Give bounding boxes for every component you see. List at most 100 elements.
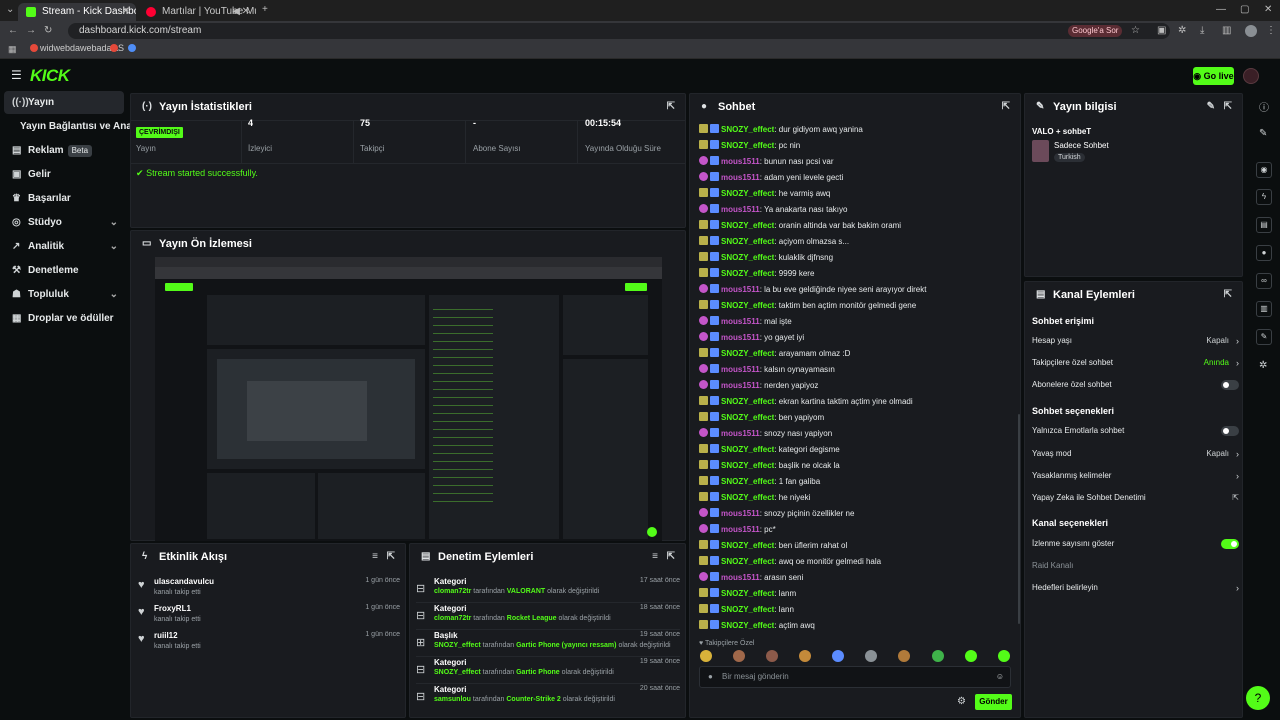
close-icon[interactable]: ✕ (242, 3, 250, 21)
new-tab-icon[interactable]: + (262, 0, 268, 20)
sidebar-item-stream-key[interactable]: Yayın Bağlantısı ve Anahtarı (4, 115, 154, 138)
popout-icon[interactable]: ⇱ (1224, 94, 1232, 120)
bookmark-item[interactable]: widwebdawebada... (40, 43, 119, 53)
chat-username[interactable]: mous1511 (721, 381, 760, 390)
close-icon[interactable]: ✕ (122, 3, 130, 21)
extension-icon[interactable]: ▣ (1157, 21, 1166, 41)
chat-username[interactable]: SNOZY_effect (721, 269, 774, 278)
chat-username[interactable]: SNOZY_effect (721, 301, 774, 310)
kick-logo[interactable]: KICK (30, 66, 70, 86)
chat-username[interactable]: SNOZY_effect (721, 413, 774, 422)
chat-scrollbar[interactable] (1018, 414, 1020, 624)
emote-icon[interactable] (832, 650, 844, 662)
emote-icon[interactable] (998, 650, 1010, 662)
popout-icon[interactable]: ⇱ (667, 94, 675, 120)
chat-username[interactable]: SNOZY_effect (721, 221, 774, 230)
chat-username[interactable]: SNOZY_effect (721, 493, 774, 502)
go-live-button[interactable]: ◉ Go live (1193, 67, 1234, 85)
moderator-name[interactable]: samsunlou (434, 696, 471, 703)
bookmark-item[interactable]: S (118, 43, 124, 53)
moderator-name[interactable]: SNOZY_effect (434, 642, 481, 649)
chat-username[interactable]: SNOZY_effect (721, 477, 774, 486)
sidebar-item-studyo[interactable]: ◎ Stüdyo ⌄ (4, 211, 124, 234)
chat-username[interactable]: SNOZY_effect (721, 541, 774, 550)
minimize-icon[interactable]: — (1216, 0, 1226, 20)
rail-camera-icon[interactable]: ◉ (1256, 162, 1272, 178)
chat-username[interactable]: SNOZY_effect (721, 141, 774, 150)
stream-category[interactable]: Sadece Sohbet (1054, 141, 1109, 150)
chat-username[interactable]: SNOZY_effect (721, 589, 774, 598)
popout-icon[interactable]: ⇱ (387, 544, 395, 570)
rail-server-icon[interactable]: ▥ (1256, 301, 1272, 317)
maximize-icon[interactable]: ▢ (1240, 0, 1249, 20)
show-viewers-toggle[interactable] (1221, 539, 1239, 549)
help-chat-button[interactable]: ? (1246, 686, 1270, 710)
profile-avatar[interactable] (1245, 25, 1257, 37)
info-icon[interactable]: ⓘ (1259, 99, 1269, 114)
activity-user[interactable]: FroxyRL1 (154, 604, 191, 613)
chat-username[interactable]: mous1511 (721, 173, 760, 182)
emote-only-toggle[interactable] (1221, 426, 1239, 436)
sidebar-item-yayin[interactable]: ((·)) Yayın (4, 91, 124, 114)
chat-message-input[interactable]: ● Bir mesaj gönderin ☺ (699, 666, 1011, 688)
menu-icon[interactable]: ⋮ (1266, 21, 1276, 41)
chat-username[interactable]: mous1511 (721, 333, 760, 342)
chat-username[interactable]: mous1511 (721, 365, 760, 374)
chat-username[interactable]: SNOZY_effect (721, 125, 774, 134)
edit-layout-icon[interactable]: ✎ (1259, 128, 1267, 139)
emote-icon[interactable] (898, 650, 910, 662)
chat-username[interactable]: SNOZY_effect (721, 605, 774, 614)
sidebar-item-topluluk[interactable]: ☗ Topluluk ⌄ (4, 283, 124, 306)
back-icon[interactable]: ← (8, 21, 18, 41)
chat-username[interactable]: mous1511 (721, 573, 760, 582)
raid-row[interactable]: Raid Kanalı (1032, 557, 1239, 575)
filter-icon[interactable]: ≡ (652, 544, 658, 570)
stream-preview-video[interactable] (155, 257, 662, 541)
puzzle-icon[interactable]: ✲ (1178, 21, 1186, 41)
chat-username[interactable]: mous1511 (721, 285, 760, 294)
chat-username[interactable]: SNOZY_effect (721, 445, 774, 454)
speaker-icon[interactable]: ◀ (232, 3, 240, 21)
address-bar[interactable]: dashboard.kick.com/stream (68, 23, 1170, 39)
sidebar-item-droplar[interactable]: ▦ Droplar ve ödüller (4, 307, 124, 330)
rail-chat-icon[interactable]: ● (1256, 245, 1272, 261)
forward-icon[interactable]: → (26, 21, 36, 41)
sidebar-item-denetleme[interactable]: ⚒ Denetleme (4, 259, 124, 282)
chat-username[interactable]: SNOZY_effect (721, 237, 774, 246)
moderator-name[interactable]: cloman72tr (434, 615, 471, 622)
emote-icon[interactable] (700, 650, 712, 662)
chat-username[interactable]: mous1511 (721, 317, 760, 326)
integrations-icon[interactable]: ✲ (1259, 360, 1267, 371)
sidebar-item-analitik[interactable]: ↗ Analitik ⌄ (4, 235, 124, 258)
chat-username[interactable]: mous1511 (721, 205, 760, 214)
followers-chat-row[interactable]: Takipçilere özel sohbet Anında › (1032, 354, 1239, 372)
subs-chat-toggle[interactable] (1221, 380, 1239, 390)
chat-username[interactable]: mous1511 (721, 525, 760, 534)
reload-icon[interactable]: ↻ (44, 21, 52, 41)
chat-username[interactable]: SNOZY_effect (721, 349, 774, 358)
popout-icon[interactable]: ⇱ (1224, 282, 1232, 308)
chat-username[interactable]: SNOZY_effect (721, 253, 774, 262)
ai-moderation-row[interactable]: Yapay Zeka ile Sohbet Denetimi ⇱ (1032, 489, 1239, 507)
google-ask-button[interactable]: Google'a Sor (1068, 25, 1123, 37)
bookmark-star-icon[interactable]: ☆ (1131, 21, 1140, 41)
emote-icon[interactable] (733, 650, 745, 662)
emote-icon[interactable] (932, 650, 944, 662)
hamburger-menu-icon[interactable]: ☰ (11, 68, 22, 82)
popout-icon[interactable]: ⇱ (667, 544, 675, 570)
send-button[interactable]: Gönder (975, 694, 1012, 710)
window-close-icon[interactable]: ✕ (1264, 0, 1272, 20)
chat-username[interactable]: mous1511 (721, 157, 760, 166)
bookmark-favicon-icon[interactable] (128, 44, 136, 52)
rail-document-icon[interactable]: ▤ (1256, 217, 1272, 233)
sidebar-item-reklam[interactable]: ▤ Reklam Beta (4, 139, 124, 162)
sidepanel-icon[interactable]: ▥ (1222, 21, 1231, 41)
chat-username[interactable]: SNOZY_effect (721, 557, 774, 566)
rail-lightning-icon[interactable]: ϟ (1256, 189, 1272, 205)
chat-username[interactable]: SNOZY_effect (721, 621, 774, 630)
popout-icon[interactable]: ⇱ (1002, 94, 1010, 120)
filter-icon[interactable]: ≡ (372, 544, 378, 570)
account-age-row[interactable]: Hesap yaşı Kapalı › (1032, 332, 1239, 350)
chat-username[interactable]: SNOZY_effect (721, 397, 774, 406)
tab-search-icon[interactable]: ⌄ (6, 0, 14, 20)
